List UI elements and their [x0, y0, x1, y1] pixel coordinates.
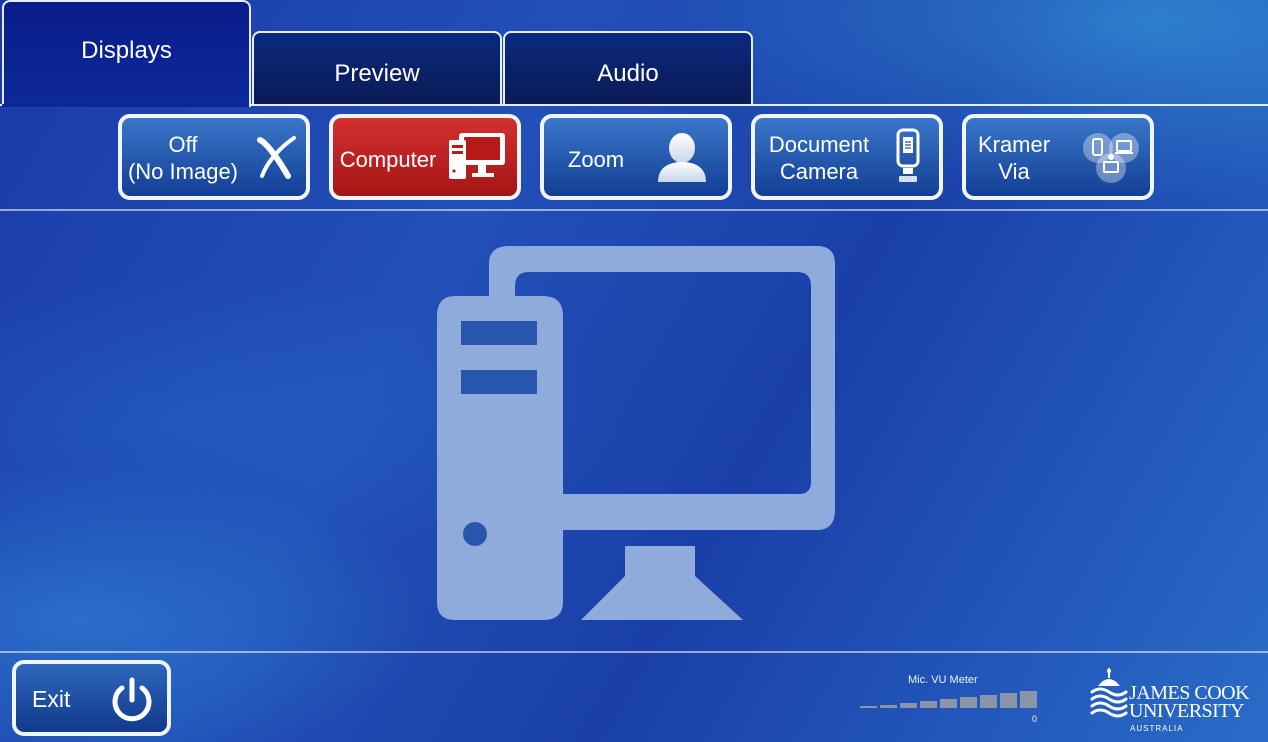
source-document-camera-line1: Document [768, 132, 870, 157]
source-row-divider [0, 209, 1268, 211]
source-off-line2: (No Image) [127, 159, 239, 184]
source-selector: Off (No Image) Computer Zoom Document Ca… [0, 107, 1268, 210]
kramer-via-icon [1083, 133, 1139, 183]
tab-preview[interactable]: Preview [252, 31, 502, 104]
source-kramer-via-button[interactable]: Kramer Via [962, 114, 1154, 200]
tab-audio-label: Audio [597, 59, 659, 87]
power-icon [112, 677, 152, 722]
logo-line3: AUSTRALIA [1130, 724, 1184, 733]
source-zoom-label: Zoom [546, 146, 646, 173]
tab-displays-label: Displays [81, 36, 172, 64]
user-icon [658, 133, 706, 182]
source-document-camera-button[interactable]: Document Camera [751, 114, 943, 200]
tab-displays[interactable]: Displays [2, 0, 251, 107]
source-kramer-via-line2: Via [998, 159, 1030, 184]
no-image-icon [257, 136, 296, 179]
jcu-logo-icon [1090, 668, 1128, 718]
exit-button[interactable]: Exit [12, 660, 171, 736]
source-zoom-line1: Zoom [567, 147, 625, 172]
source-document-camera-label: Document Camera [759, 131, 879, 185]
source-zoom-button[interactable]: Zoom [540, 114, 732, 200]
exit-label: Exit [32, 686, 71, 712]
source-computer-label: Computer [335, 146, 441, 173]
mic-vu-meter [860, 691, 1037, 708]
vu-meter-title: Mic. VU Meter [908, 674, 978, 686]
document-camera-icon [896, 128, 920, 182]
computer-icon [437, 246, 835, 620]
source-off-line1: Off [168, 132, 198, 157]
footer-divider [0, 651, 1268, 653]
source-computer-line1: Computer [339, 147, 437, 172]
source-off-label: Off (No Image) [124, 131, 242, 185]
tab-preview-label: Preview [334, 59, 420, 87]
tab-audio[interactable]: Audio [503, 31, 753, 104]
tab-bar: Displays Preview Audio [0, 0, 1268, 107]
source-document-camera-line2: Camera [779, 159, 859, 184]
source-off-button[interactable]: Off (No Image) [118, 114, 310, 200]
source-kramer-via-label: Kramer Via [972, 131, 1056, 185]
computer-icon [449, 133, 505, 179]
source-kramer-via-line1: Kramer [977, 132, 1051, 157]
logo-line2: UNIVERSITY [1129, 700, 1245, 722]
source-computer-button[interactable]: Computer [329, 114, 521, 200]
vu-meter-value: 0 [1032, 714, 1038, 724]
